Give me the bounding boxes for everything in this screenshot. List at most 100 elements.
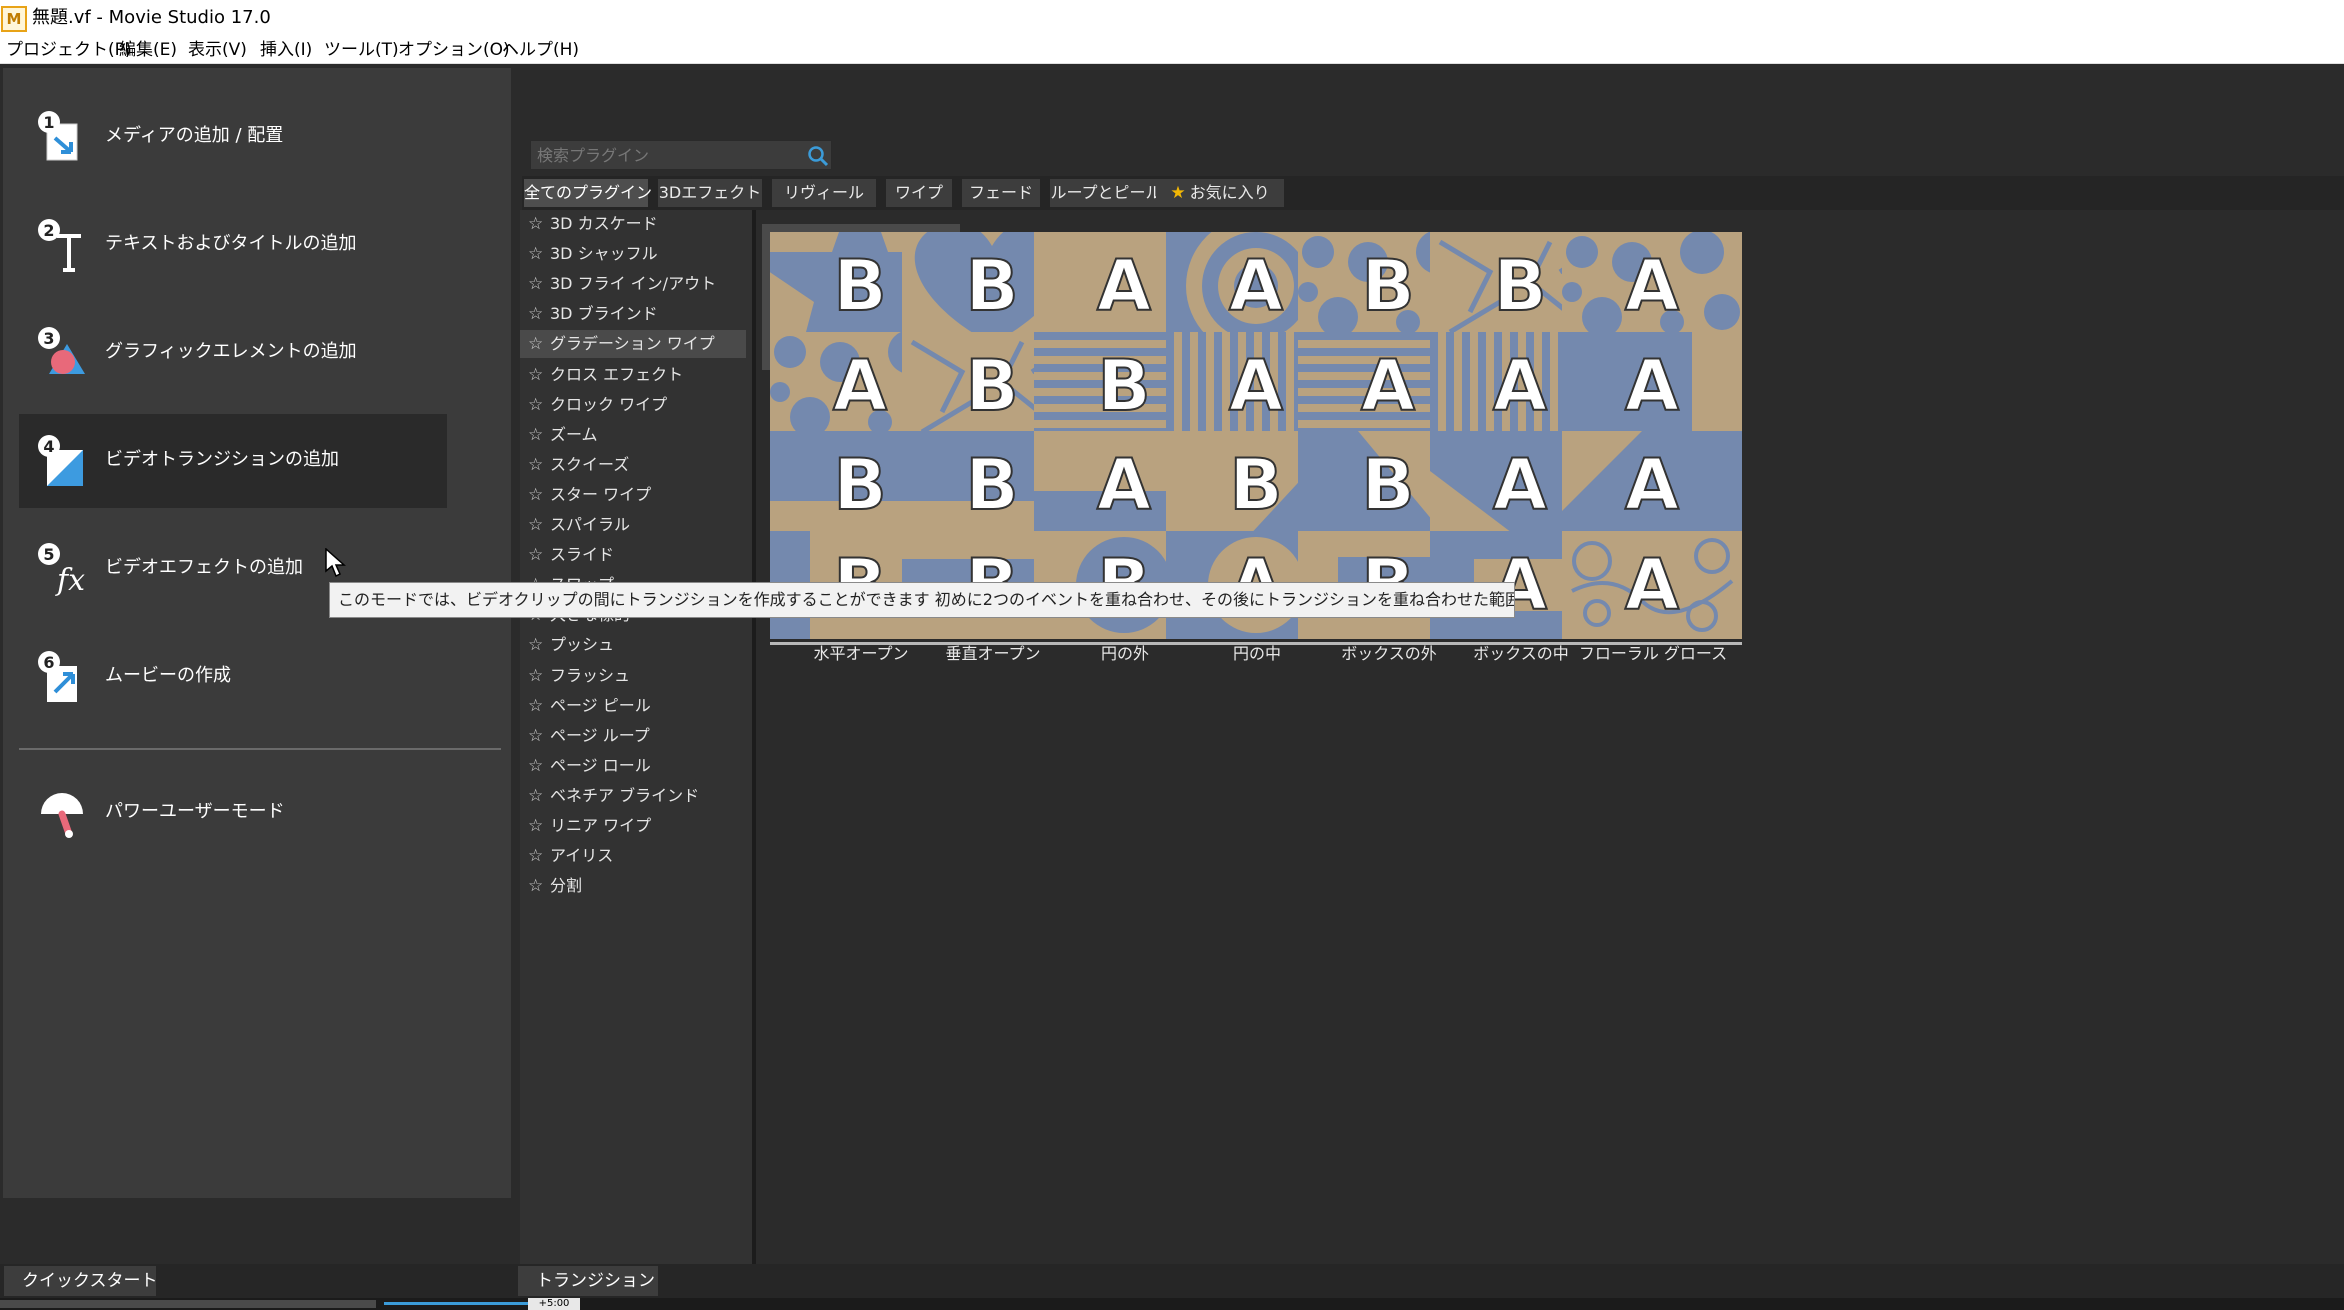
favorite-star-icon[interactable]: ☆ — [528, 455, 543, 475]
category-item[interactable]: ☆ 3D シャッフル — [520, 240, 746, 268]
category-item[interactable]: ☆ クロック ワイプ — [520, 391, 746, 419]
search-icon[interactable] — [807, 145, 829, 167]
step-label: ビデオトランジションの追加 — [105, 449, 339, 470]
svg-text:1: 1 — [43, 113, 54, 132]
preset-letter: B — [965, 444, 1018, 526]
tab-favorites[interactable]: ★ お気に入り — [1156, 179, 1284, 207]
category-item[interactable]: ☆ プッシュ — [520, 631, 746, 659]
category-item[interactable]: ☆ スライド — [520, 541, 746, 569]
favorite-star-icon[interactable]: ☆ — [528, 696, 543, 716]
step-label: メディアの追加 / 配置 — [105, 125, 284, 146]
category-item[interactable]: ☆ フラッシュ — [520, 662, 746, 690]
preset-thumbnail[interactable]: A フローラル グロース — [1554, 523, 1752, 669]
menu-help[interactable]: ヘルプ(H) — [502, 38, 579, 62]
favorite-star-icon[interactable]: ☆ — [528, 635, 543, 655]
menu-view[interactable]: 表示(V) — [188, 38, 247, 62]
tab-favorites-label: お気に入り — [1189, 183, 1270, 202]
search-input[interactable] — [537, 143, 793, 167]
favorite-star-icon[interactable]: ☆ — [528, 425, 543, 445]
category-label: 分割 — [550, 876, 583, 896]
svg-text:3: 3 — [43, 329, 54, 348]
favorite-star-icon[interactable]: ☆ — [528, 786, 543, 806]
preset-letter: A — [1493, 345, 1547, 427]
favorite-star-icon[interactable]: ☆ — [528, 816, 543, 836]
category-item[interactable]: ☆ ベネチア ブラインド — [520, 782, 746, 810]
preset-label: フローラル グロース — [1578, 644, 1728, 663]
quickstart-panel: 1 メディアの追加 / 配置 2 テキストおよびタイトルの追加 3 グラフィック… — [3, 68, 511, 1198]
category-item[interactable]: ☆ ページ ロール — [520, 752, 746, 780]
category-item[interactable]: ☆ ページ ピール — [520, 692, 746, 720]
step-make-movie[interactable]: 6 ムービーの作成 — [19, 630, 447, 724]
step-add-graphics[interactable]: 3 グラフィックエレメントの追加 — [19, 306, 447, 400]
favorite-star-icon[interactable]: ☆ — [528, 334, 543, 354]
timeline-scrollbar[interactable] — [0, 1300, 376, 1308]
category-item[interactable]: ☆ ページ ループ — [520, 722, 746, 750]
menu-project[interactable]: プロジェクト(P) — [6, 38, 132, 62]
favorite-star-icon[interactable]: ☆ — [528, 726, 543, 746]
category-label: クロス エフェクト — [550, 364, 684, 384]
category-list: ☆ 3D カスケード ☆ 3D シャッフル ☆ 3D フライ イン/アウト ☆ 3D ブライン… — [520, 210, 752, 1264]
svg-text:fx: fx — [55, 563, 85, 598]
star-icon: ★ — [1170, 183, 1186, 203]
favorite-star-icon[interactable]: ☆ — [528, 876, 543, 896]
tab-reveal[interactable]: リヴィール — [772, 179, 876, 207]
favorite-star-icon[interactable]: ☆ — [528, 485, 543, 505]
category-item[interactable]: ☆ スパイラル — [520, 511, 746, 539]
timeline-marker — [384, 1302, 530, 1305]
category-label: リニア ワイプ — [550, 816, 652, 835]
favorite-star-icon[interactable]: ☆ — [528, 395, 543, 415]
category-item[interactable]: ☆ スクイーズ — [520, 451, 746, 479]
power-user-label: パワーユーザーモード — [105, 801, 285, 822]
category-item[interactable]: ☆ リニア ワイプ — [520, 812, 746, 840]
menu-bar: プロジェクト(P) 編集(E) 表示(V) 挿入(I) ツール(T) オプション… — [0, 36, 2344, 64]
preset-letter: A — [1097, 444, 1151, 526]
favorite-star-icon[interactable]: ☆ — [528, 365, 543, 385]
tab-wipe[interactable]: ワイプ — [886, 179, 952, 207]
step-add-transition[interactable]: 4 ビデオトランジションの追加 — [19, 414, 447, 508]
favorite-star-icon[interactable]: ☆ — [528, 214, 543, 234]
graphic-element-icon: 3 — [33, 324, 91, 382]
step-label: テキストおよびタイトルの追加 — [105, 233, 357, 254]
svg-text:5: 5 — [43, 545, 54, 564]
favorite-star-icon[interactable]: ☆ — [528, 304, 543, 324]
preset-letter: A — [1625, 245, 1679, 327]
preset-letter: A — [1625, 544, 1679, 626]
preset-letter: B — [1361, 444, 1414, 526]
menu-edit[interactable]: 編集(E) — [119, 38, 177, 62]
movie-export-icon: 6 — [33, 648, 91, 706]
category-item[interactable]: ☆ 分割 — [520, 872, 746, 900]
category-item[interactable]: ☆ スター ワイプ — [520, 481, 746, 509]
preset-letter: A — [1229, 245, 1283, 327]
menu-insert[interactable]: 挿入(I) — [260, 38, 312, 62]
power-user-mode-button[interactable]: パワーユーザーモード — [19, 766, 447, 860]
favorite-star-icon[interactable]: ☆ — [528, 545, 543, 565]
category-item[interactable]: ☆ アイリス — [520, 842, 746, 870]
menu-options[interactable]: オプション(O) — [398, 38, 510, 62]
menu-tools[interactable]: ツール(T) — [324, 38, 399, 62]
category-item[interactable]: ☆ 3D フライ イン/アウト — [520, 270, 746, 298]
favorite-star-icon[interactable]: ☆ — [528, 846, 543, 866]
step-add-media[interactable]: 1 メディアの追加 / 配置 — [19, 90, 447, 184]
favorite-star-icon[interactable]: ☆ — [528, 756, 543, 776]
preset-letter: B — [965, 245, 1018, 327]
category-item[interactable]: ☆ グラデーション ワイプ — [520, 330, 746, 359]
category-item[interactable]: ☆ ズーム — [520, 421, 746, 449]
favorite-star-icon[interactable]: ☆ — [528, 666, 543, 686]
tab-transitions[interactable]: トランジション — [518, 1266, 658, 1296]
preset-letter: B — [1361, 245, 1414, 327]
tab-all-plugins[interactable]: 全てのプラグイン — [524, 179, 652, 207]
preset-letter: A — [1229, 345, 1283, 427]
tab-quickstart[interactable]: クイックスタート — [4, 1266, 158, 1296]
favorite-star-icon[interactable]: ☆ — [528, 274, 543, 294]
tab-loop-peel[interactable]: ループとピール — [1050, 179, 1162, 207]
category-item[interactable]: ☆ クロス エフェクト — [520, 361, 746, 389]
preset-letter: A — [1493, 444, 1547, 526]
category-item[interactable]: ☆ 3D ブラインド — [520, 300, 746, 328]
text-title-icon: 2 — [33, 216, 91, 274]
favorite-star-icon[interactable]: ☆ — [528, 244, 543, 264]
favorite-star-icon[interactable]: ☆ — [528, 515, 543, 535]
tab-3d-effects[interactable]: 3Dエフェクト — [658, 179, 762, 207]
tab-fade[interactable]: フェード — [962, 179, 1040, 207]
step-add-text[interactable]: 2 テキストおよびタイトルの追加 — [19, 198, 447, 292]
category-item[interactable]: ☆ 3D カスケード — [520, 210, 746, 238]
